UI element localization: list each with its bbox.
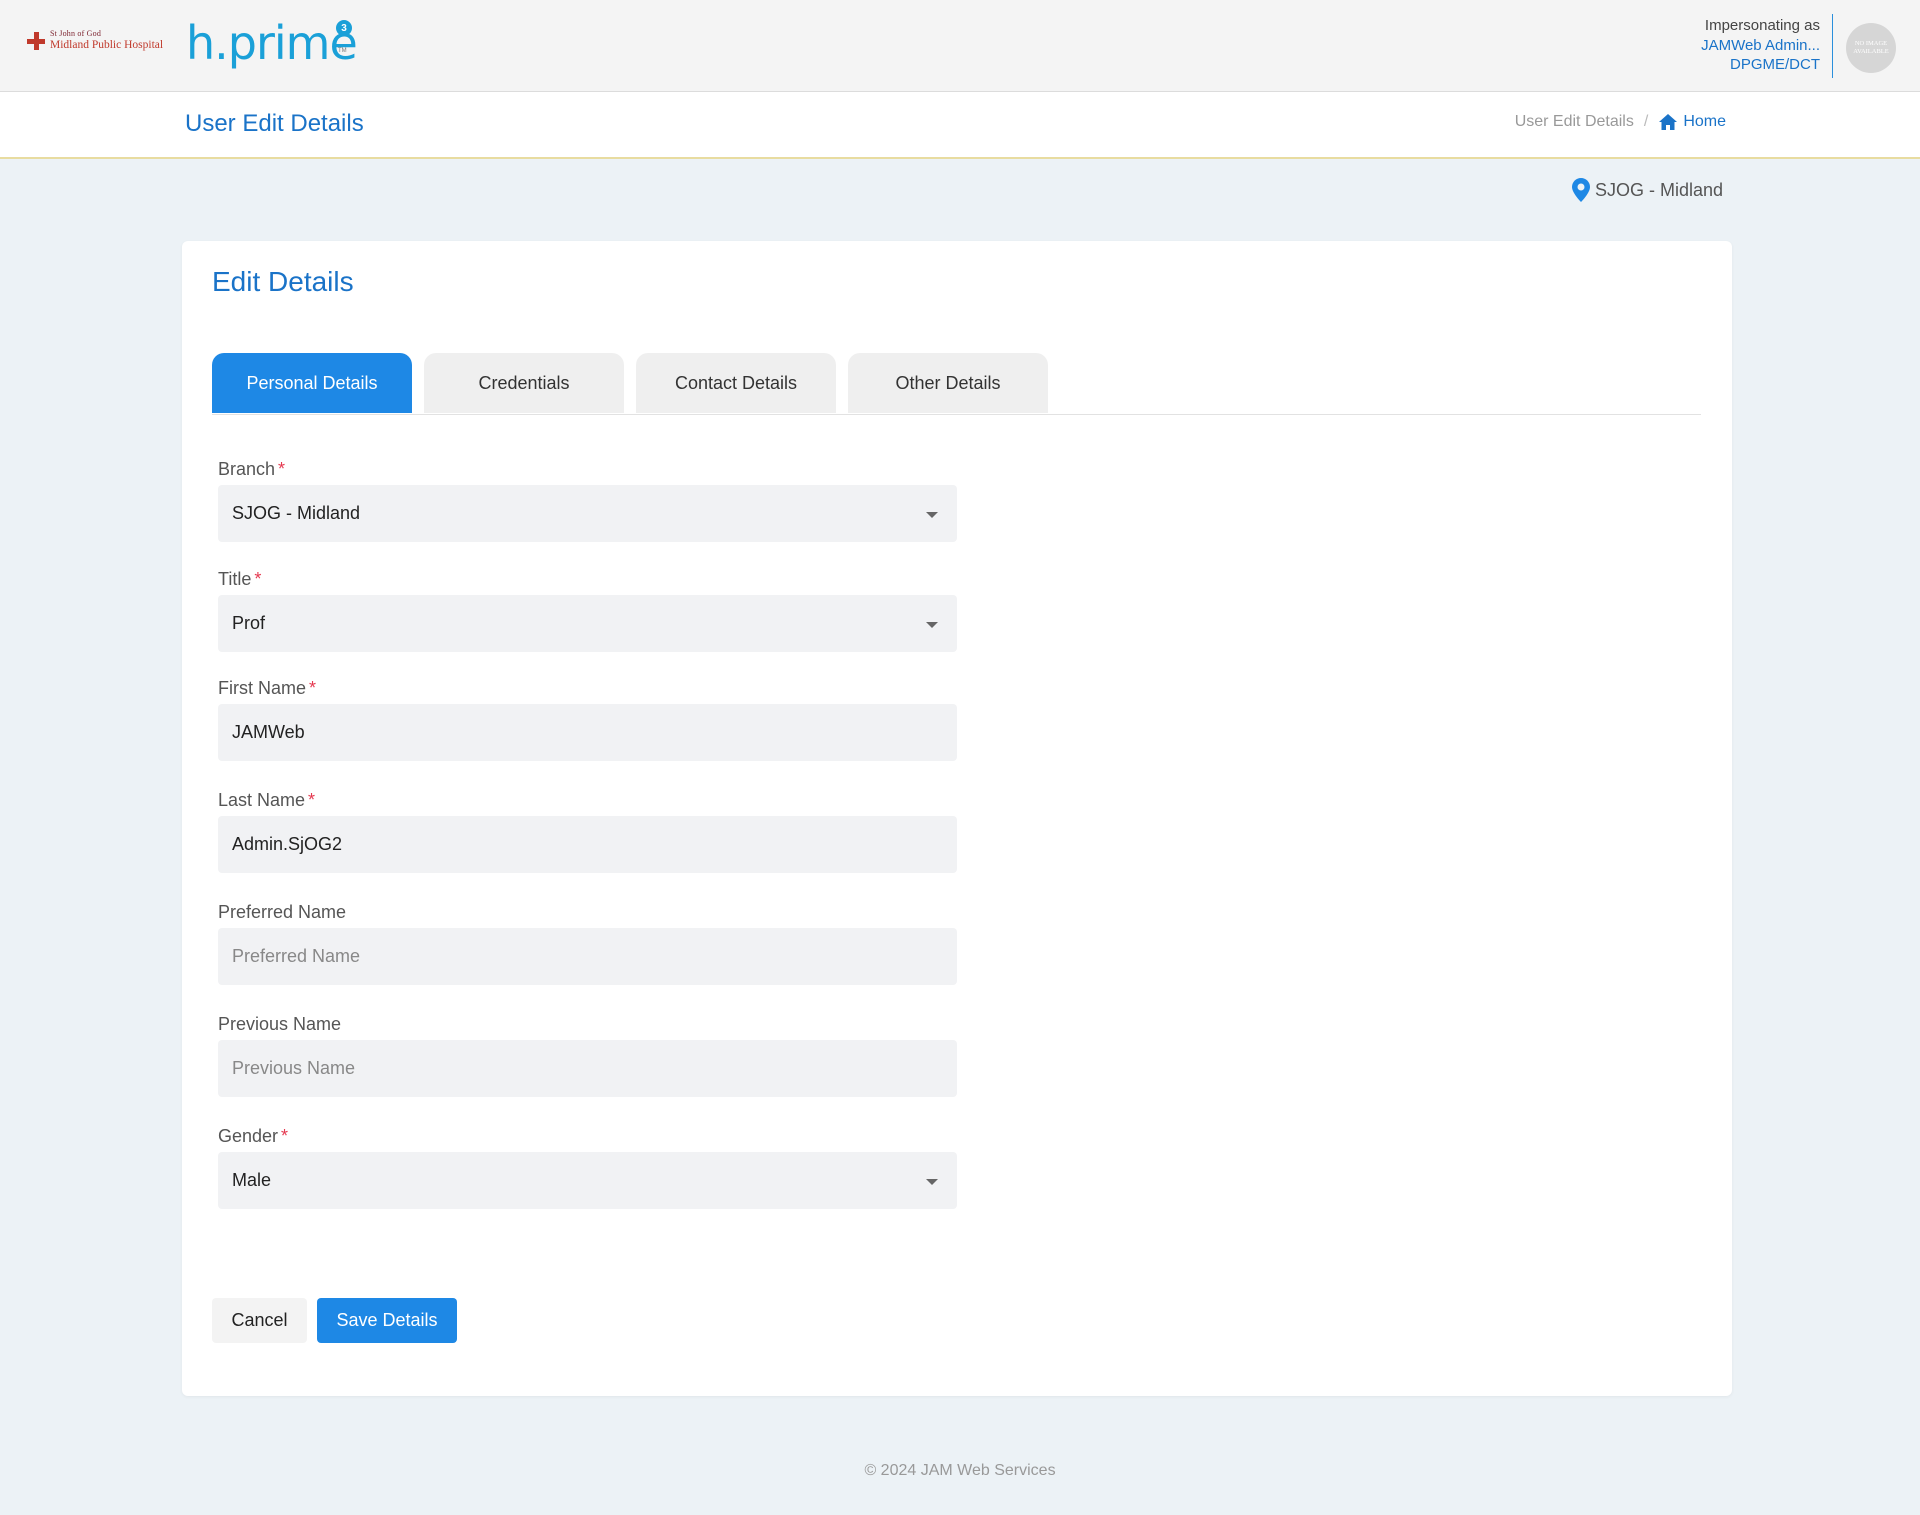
tab-contact-details[interactable]: Contact Details bbox=[636, 353, 836, 413]
impersonated-user-link[interactable]: JAMWeb Admin... bbox=[1701, 36, 1820, 56]
breadcrumb-home-label: Home bbox=[1683, 113, 1726, 130]
last-name-label: Last Name * bbox=[218, 790, 315, 811]
page-title: User Edit Details bbox=[185, 110, 364, 137]
branch-label-text: Branch bbox=[218, 459, 276, 479]
impersonated-org-link[interactable]: DPGME/DCT bbox=[1701, 55, 1820, 75]
gender-label-text: Gender bbox=[218, 1126, 279, 1146]
current-location[interactable]: SJOG - Midland bbox=[1571, 178, 1723, 202]
sjog-hospital-logo[interactable]: St John of God Midland Public Hospital bbox=[26, 29, 164, 51]
sjog-logo-line2: Midland Public Hospital bbox=[50, 38, 164, 51]
required-marker: * bbox=[281, 1126, 289, 1146]
footer-copyright: © 2024 JAM Web Services bbox=[864, 1462, 1056, 1479]
tab-personal-details[interactable]: Personal Details bbox=[212, 353, 412, 413]
first-name-field[interactable] bbox=[218, 704, 957, 761]
header-divider bbox=[1832, 14, 1833, 78]
gender-select[interactable]: Male bbox=[218, 1152, 957, 1209]
first-name-input[interactable] bbox=[232, 704, 943, 761]
hprime-logo[interactable]: h.prime 3 TM bbox=[186, 14, 358, 74]
previous-name-input[interactable] bbox=[232, 1040, 943, 1097]
breadcrumb-current: User Edit Details bbox=[1514, 113, 1634, 130]
top-header: St John of God Midland Public Hospital h… bbox=[0, 0, 1920, 92]
page-title-bar: User Edit Details User Edit Details / Ho… bbox=[0, 92, 1920, 159]
breadcrumb-separator: / bbox=[1643, 113, 1649, 130]
branch-value: SJOG - Midland bbox=[232, 503, 361, 523]
breadcrumb-home-link[interactable]: Home bbox=[1658, 113, 1726, 131]
required-marker: * bbox=[254, 569, 262, 589]
last-name-field[interactable] bbox=[218, 816, 957, 873]
preferred-name-field[interactable] bbox=[218, 928, 957, 985]
last-name-label-text: Last Name bbox=[218, 790, 306, 810]
previous-name-field[interactable] bbox=[218, 1040, 957, 1097]
map-pin-icon bbox=[1571, 178, 1590, 202]
chevron-down-icon bbox=[926, 1179, 938, 1185]
chevron-down-icon bbox=[926, 512, 938, 518]
hprime-version-badge: 3 bbox=[336, 20, 352, 36]
breadcrumb: User Edit Details / Home bbox=[1515, 113, 1726, 131]
last-name-input[interactable] bbox=[232, 816, 943, 873]
tab-other-details[interactable]: Other Details bbox=[848, 353, 1048, 413]
branch-select[interactable]: SJOG - Midland bbox=[218, 485, 957, 542]
required-marker: * bbox=[308, 790, 316, 810]
sjog-cross-icon bbox=[26, 31, 46, 51]
impersonating-label: Impersonating as bbox=[1704, 17, 1820, 34]
tab-credentials[interactable]: Credentials bbox=[424, 353, 624, 413]
avatar[interactable]: No Image Available bbox=[1846, 23, 1896, 73]
required-marker: * bbox=[278, 459, 286, 479]
card-title: Edit Details bbox=[212, 266, 354, 297]
gender-label: Gender * bbox=[218, 1126, 288, 1147]
title-label-text: Title bbox=[218, 569, 252, 589]
hprime-trademark: TM bbox=[338, 48, 347, 54]
home-icon bbox=[1659, 114, 1678, 130]
details-tabs: Personal Details Credentials Contact Det… bbox=[212, 353, 1701, 415]
chevron-down-icon bbox=[926, 622, 938, 628]
cancel-button[interactable]: Cancel bbox=[212, 1298, 307, 1343]
previous-name-label: Previous Name bbox=[218, 1014, 342, 1034]
first-name-label-text: First Name bbox=[218, 678, 307, 698]
title-label: Title * bbox=[218, 569, 261, 590]
required-marker: * bbox=[309, 678, 317, 698]
location-label: SJOG - Midland bbox=[1594, 179, 1723, 200]
preferred-name-input[interactable] bbox=[232, 928, 943, 985]
title-select[interactable]: Prof bbox=[218, 595, 957, 652]
first-name-label: First Name * bbox=[218, 678, 316, 699]
sjog-logo-line1: St John of God bbox=[50, 29, 102, 38]
gender-value: Male bbox=[232, 1170, 272, 1190]
title-value: Prof bbox=[232, 613, 266, 633]
impersonation-info: Impersonating as JAMWeb Admin... DPGME/D… bbox=[1701, 16, 1820, 75]
hprime-logo-text: h.prime bbox=[186, 16, 358, 70]
preferred-name-label: Preferred Name bbox=[218, 902, 347, 922]
branch-label: Branch * bbox=[218, 459, 285, 480]
save-details-button[interactable]: Save Details bbox=[317, 1298, 457, 1343]
edit-details-card: Edit Details Personal Details Credential… bbox=[182, 241, 1732, 1396]
